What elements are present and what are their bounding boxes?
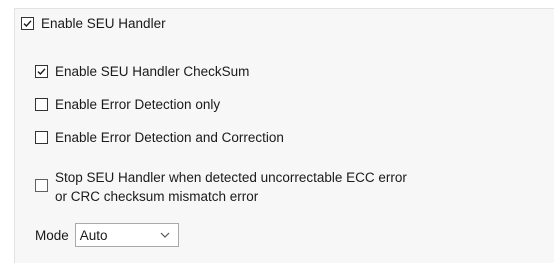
enable-checksum-checkbox[interactable]: [35, 65, 48, 78]
enable-seu-handler-label: Enable SEU Handler: [41, 16, 166, 31]
checkmark-icon: [23, 20, 32, 28]
stop-seu-handler-label: Stop SEU Handler when detected uncorrect…: [55, 168, 407, 206]
stop-seu-handler-checkbox[interactable]: [35, 179, 48, 192]
enable-error-correction-label: Enable Error Detection and Correction: [55, 130, 284, 145]
enable-error-detection-checkbox[interactable]: [35, 98, 48, 111]
chevron-down-icon: [160, 232, 170, 238]
enable-error-detection-label: Enable Error Detection only: [55, 97, 221, 112]
enable-error-correction-checkbox[interactable]: [35, 131, 48, 144]
mode-select-value: Auto: [79, 227, 108, 243]
checkmark-icon: [37, 68, 46, 76]
stop-seu-handler-label-line2: or CRC checksum mismatch error: [55, 189, 259, 204]
stop-seu-handler-label-line1: Stop SEU Handler when detected uncorrect…: [55, 170, 407, 185]
mode-select[interactable]: Auto: [74, 223, 179, 247]
enable-seu-handler-option[interactable]: Enable SEU Handler: [21, 15, 166, 32]
mode-row: Mode Auto: [35, 223, 179, 247]
mode-label: Mode: [35, 227, 69, 243]
enable-seu-handler-checkbox[interactable]: [21, 17, 34, 30]
enable-checksum-label: Enable SEU Handler CheckSum: [55, 64, 250, 79]
enable-error-correction-option[interactable]: Enable Error Detection and Correction: [35, 129, 284, 146]
enable-error-detection-option[interactable]: Enable Error Detection only: [35, 96, 220, 113]
stop-seu-handler-option[interactable]: Stop SEU Handler when detected uncorrect…: [35, 168, 407, 206]
enable-checksum-option[interactable]: Enable SEU Handler CheckSum: [35, 63, 249, 80]
